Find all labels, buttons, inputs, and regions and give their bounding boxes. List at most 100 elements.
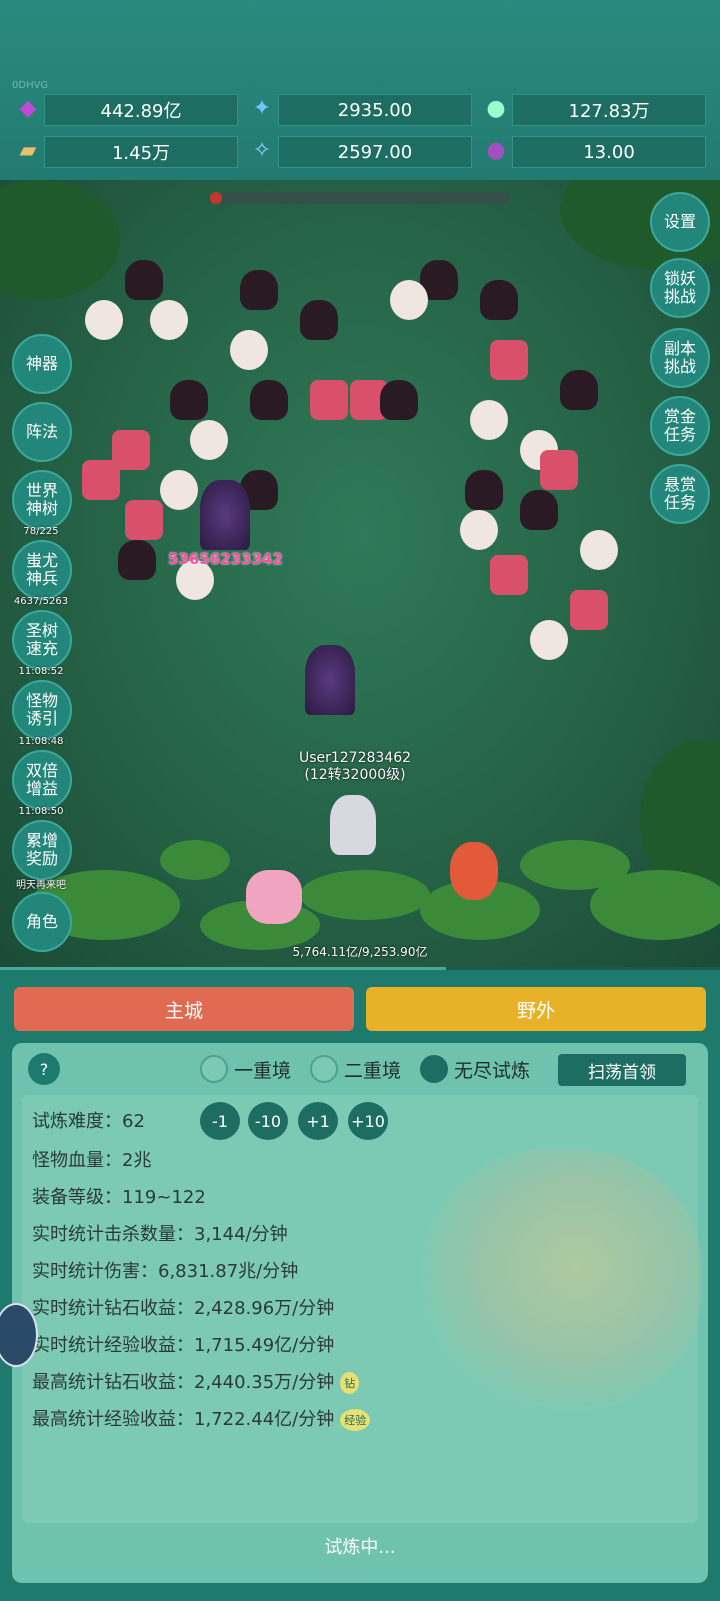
max-exp-row: 最高统计经验收益：1,722.44亿/分钟 经验 (32, 1405, 371, 1431)
player-hp-fill (0, 967, 447, 970)
reward-quest-button[interactable]: 悬赏任务 (650, 464, 710, 524)
button-label: 设置 (663, 212, 696, 231)
radio-circle[interactable] (200, 1055, 228, 1083)
wilderness-tab[interactable]: 野外 (366, 987, 706, 1031)
resource-value: 2935.00 (337, 99, 413, 121)
tree-recharge-button[interactable]: 圣树速充 (12, 610, 72, 670)
monster (470, 400, 508, 440)
resource-orb: ● 127.83万 (486, 94, 706, 126)
button-label: 阵法 (25, 422, 58, 441)
tornado-effect (200, 480, 250, 550)
monster-lure-timer: 11:08:48 (18, 736, 64, 747)
tree-recharge-timer: 11:08:52 (18, 666, 64, 677)
monster (125, 260, 163, 300)
trial-status: 试炼中... (324, 1537, 396, 1558)
damage-number: 53656233342 (168, 550, 283, 568)
diamond-badge-icon[interactable]: 钻 (340, 1372, 360, 1394)
resource-value: 442.89亿 (100, 101, 182, 122)
monster (380, 380, 418, 420)
monster (250, 380, 288, 420)
server-tag: 0DHVG (12, 80, 49, 91)
bush (300, 870, 430, 920)
mode-radio-second[interactable]: 二重境 (310, 1055, 401, 1083)
double-bonus-button[interactable]: 双倍增益 (12, 750, 72, 810)
button-label: 副本挑战 (663, 339, 696, 376)
battle-field[interactable]: 53656233342 User127283462 (12转32000级) 设置… (0, 180, 720, 970)
resource-crystal: ✦ 2935.00 (253, 94, 472, 126)
max-diamond-row: 最高统计钻石收益：2,440.35万/分钟钻 (32, 1368, 360, 1394)
button-label: 悬赏任务 (663, 475, 696, 512)
difficulty-label: 试炼难度：62 (32, 1111, 145, 1132)
settings-button[interactable]: 设置 (650, 192, 710, 252)
world-tree-button[interactable]: 世界神树 (12, 470, 72, 530)
resource-gem: ◆ 442.89亿 (20, 94, 238, 126)
button-label: 角色 (25, 912, 58, 931)
sweep-boss-button[interactable]: 扫荡首领 (558, 1054, 686, 1086)
lock-demon-challenge-button[interactable]: 锁妖挑战 (650, 258, 710, 318)
monster (310, 380, 348, 420)
player-hp-text: 5,764.11亿/9,253.90亿 (292, 945, 428, 959)
resource-pot: ● 13.00 (486, 136, 706, 168)
resource-scroll: ▰ 1.45万 (20, 136, 238, 168)
monster (490, 555, 528, 595)
difficulty-plus-1[interactable]: +1 (298, 1102, 338, 1140)
radio-circle[interactable] (310, 1055, 338, 1083)
button-label: 神器 (25, 354, 58, 373)
monster (170, 380, 208, 420)
radio-label: 无尽试炼 (454, 1059, 531, 1082)
player-hero (330, 795, 376, 855)
resource-value: 2597.00 (337, 141, 413, 163)
exp-badge-icon[interactable]: 经验 (340, 1409, 371, 1431)
button-label: 锁妖挑战 (663, 269, 696, 306)
radio-circle[interactable] (420, 1055, 448, 1083)
chiyou-weapon-timer: 4637/5263 (13, 596, 69, 607)
tiger-illustration (422, 1150, 702, 1410)
difficulty-minus-10[interactable]: -10 (248, 1102, 288, 1140)
wave-progress-fill (210, 192, 222, 204)
monster (530, 620, 568, 660)
bush (160, 840, 230, 880)
mode-radio-first[interactable]: 一重境 (200, 1055, 291, 1083)
button-label: 圣树速充 (25, 621, 58, 658)
resource-value: 13.00 (583, 141, 635, 163)
bush (0, 180, 120, 300)
mode-radio-endless[interactable]: 无尽试炼 (420, 1055, 530, 1083)
bounty-quest-button[interactable]: 赏金任务 (650, 396, 710, 456)
difficulty-minus-1[interactable]: -1 (200, 1102, 240, 1140)
chiyou-weapon-button[interactable]: 蚩尤神兵 (12, 540, 72, 600)
main-city-tab[interactable]: 主城 (14, 987, 354, 1031)
monster (85, 300, 123, 340)
row-text: 最高统计经验收益：1,722.44亿/分钟 (32, 1409, 335, 1430)
radio-label: 二重境 (344, 1059, 402, 1082)
button-label: 赏金任务 (663, 407, 696, 444)
monster-lure-button[interactable]: 怪物诱引 (12, 680, 72, 740)
button-label: 怪物诱引 (25, 691, 58, 728)
orb-icon: ● (486, 95, 506, 121)
pet-girl (246, 870, 302, 924)
monster (150, 300, 188, 340)
monster (580, 530, 618, 570)
top-bar: 0DHVG ◆ 442.89亿 ✦ 2935.00 ● 127.83万 ▰ 1.45万 … (0, 0, 720, 180)
double-bonus-timer: 11:08:50 (18, 806, 64, 817)
help-button[interactable]: ? (28, 1053, 60, 1085)
dungeon-challenge-button[interactable]: 副本挑战 (650, 328, 710, 388)
monster (160, 470, 198, 510)
accumulated-reward-button[interactable]: 累增奖励 (12, 820, 72, 880)
diamond-rate-row: 实时统计钻石收益：2,428.96万/分钟 (32, 1298, 335, 1319)
difficulty-plus-10[interactable]: +10 (348, 1102, 388, 1140)
carrot-companion (450, 842, 498, 900)
monster (230, 330, 268, 370)
crystal-icon: ✦ (252, 95, 272, 121)
world-tree-timer: 78/225 (23, 526, 59, 537)
formation-button[interactable]: 阵法 (12, 402, 72, 462)
resource-value: 1.45万 (111, 143, 171, 164)
monster (480, 280, 518, 320)
monster (190, 420, 228, 460)
monster (390, 280, 428, 320)
player-name: User127283462 (298, 750, 412, 766)
wave-progress-bar (210, 192, 510, 204)
equipment-level-row: 装备等级：119~122 (32, 1187, 206, 1208)
button-label: 蚩尤神兵 (25, 551, 58, 588)
artifact-button[interactable]: 神器 (12, 334, 72, 394)
player-hp-bar (0, 967, 720, 970)
